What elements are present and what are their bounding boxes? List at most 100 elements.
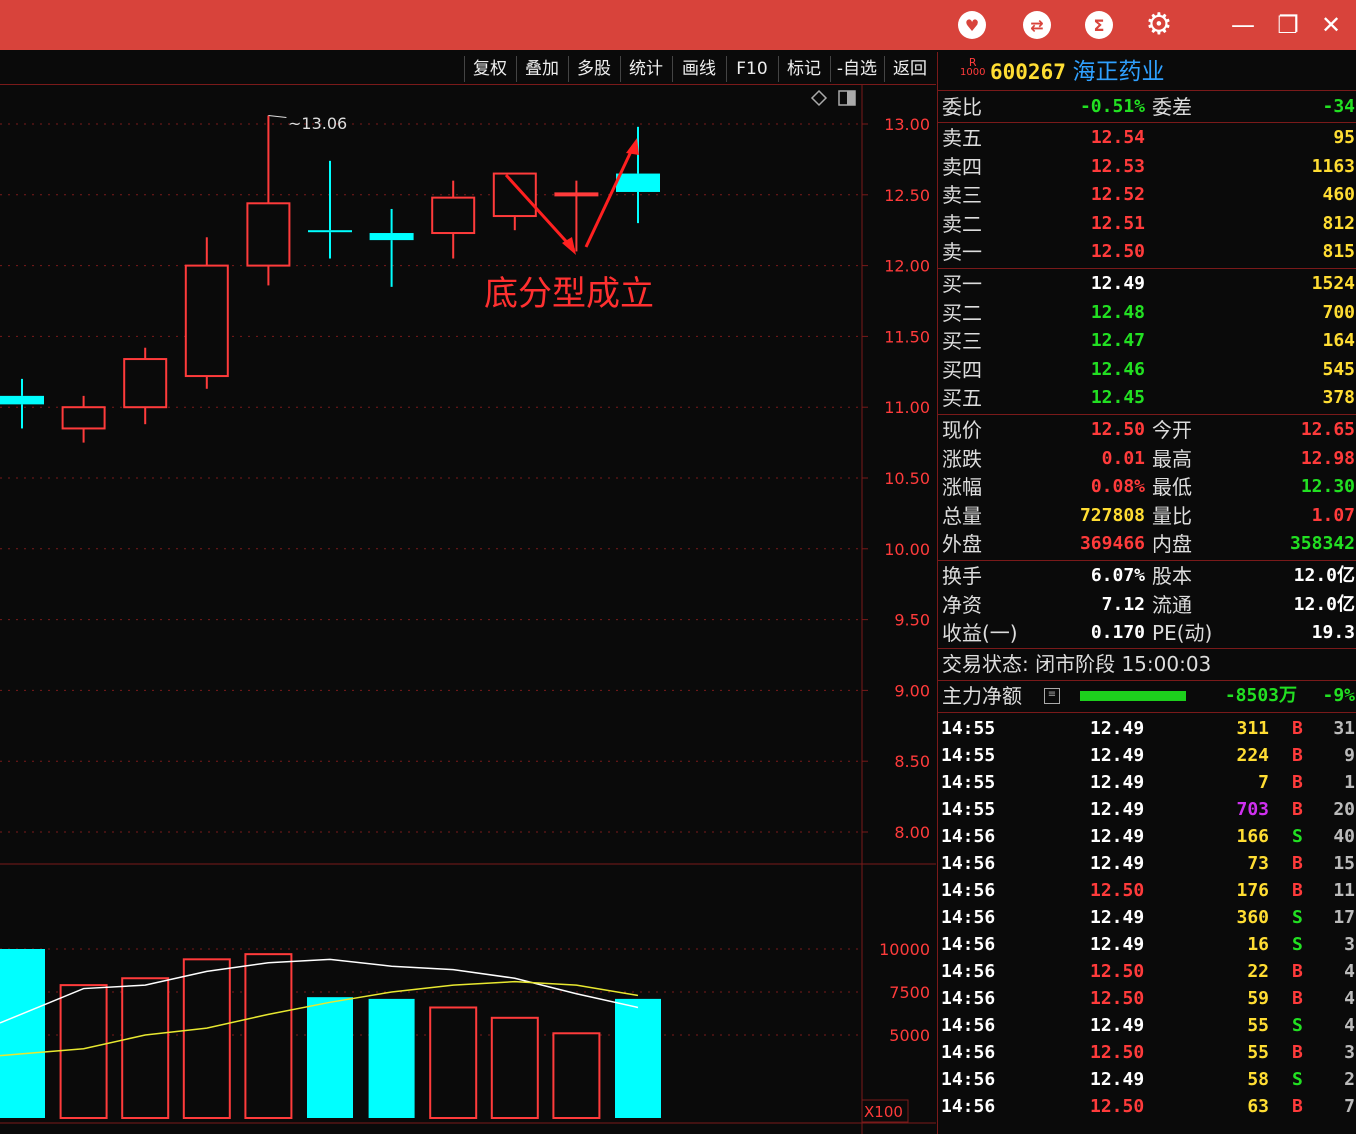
ask-price: 12.53	[1090, 155, 1145, 177]
tick-row: 14:55 12.49 7 B 1	[941, 772, 1355, 793]
toolbar-button-stats[interactable]: 统计	[620, 56, 671, 82]
volume-axis-label: 5000	[889, 1026, 930, 1045]
bid-price: 12.48	[1090, 301, 1145, 323]
stock-header: 600267 海正药业	[990, 56, 1165, 88]
chart-toolbar: 复权 叠加 多股 统计 画线 F10 标记 -自选 返回	[0, 52, 936, 85]
bid-label: 买三	[942, 329, 982, 354]
diamond-icon[interactable]	[810, 89, 828, 107]
toolbar-button-back[interactable]: 返回	[884, 56, 935, 82]
candle[interactable]	[616, 126, 660, 224]
tick-row: 14:56 12.50 59 B 4	[941, 988, 1355, 1009]
candle[interactable]	[431, 180, 476, 259]
kline-chart[interactable]: 13.00 12.50 12.00 11.50 11.00 10.50 10.00 9.50 9…	[0, 85, 936, 1134]
bid-row[interactable]: 买三 12.47 164	[938, 327, 1356, 355]
minimize-button[interactable]: —	[1227, 9, 1259, 41]
stat-row: 换手 6.07% 股本 12.0亿	[942, 564, 1355, 588]
tick-row: 14:56 12.49 166 S 40	[941, 826, 1355, 847]
title-bar: ♥ ⇄ Σ ⚙ — ❐ ✕	[0, 0, 1356, 50]
annotation-text: 底分型成立	[484, 274, 654, 314]
candle[interactable]	[369, 208, 414, 287]
candle[interactable]	[61, 395, 106, 443]
panel-toggle-icon[interactable]	[838, 90, 856, 106]
bid-label: 买四	[942, 357, 982, 382]
ask-row[interactable]: 卖三 12.52 460	[938, 181, 1356, 209]
shirt-icon[interactable]: ♥	[956, 9, 988, 41]
candle[interactable]	[0, 378, 44, 429]
volume-bar	[307, 997, 353, 1118]
toolbar-button-multi[interactable]: 多股	[568, 56, 619, 82]
ask-label: 卖五	[942, 126, 982, 150]
tick-row: 14:56 12.49 73 B 15	[941, 853, 1355, 874]
tick-row: 14:55 12.49 703 B 20	[941, 799, 1355, 820]
bid-volume: 378	[1322, 387, 1355, 409]
bid-price: 12.46	[1090, 358, 1145, 380]
ask-label: 卖一	[942, 240, 982, 265]
bid-price: 12.45	[1090, 387, 1145, 409]
volume-bar	[615, 998, 661, 1118]
bid-row[interactable]: 买二 12.48 700	[938, 299, 1356, 327]
stat-row: 总量 727808 量比 1.07	[942, 503, 1355, 528]
bid-price: 12.47	[1090, 330, 1145, 352]
volume-bar	[552, 1032, 601, 1120]
stat-row: 现价 12.50 今开 12.65	[942, 418, 1355, 442]
ask-price: 12.54	[1090, 127, 1145, 148]
toolbar-button-watchlist[interactable]: -自选	[830, 56, 883, 82]
ask-volume: 812	[1322, 212, 1355, 234]
price-axis-label: 10.50	[884, 469, 930, 488]
main-force-bar	[1080, 691, 1186, 701]
candle[interactable]	[184, 237, 229, 389]
volume-bar	[182, 958, 231, 1119]
volume-bar	[490, 1016, 539, 1119]
toolbar-button-mark[interactable]: 标记	[778, 56, 829, 82]
tick-row: 14:56 12.50 63 B 7	[941, 1096, 1355, 1117]
candle[interactable]	[246, 115, 291, 286]
ask-row[interactable]: 卖二 12.51 812	[938, 210, 1356, 238]
ask-row[interactable]: 卖五 12.54 95	[938, 124, 1356, 152]
weibi-row: 委比 -0.51% 委差 -34	[942, 95, 1355, 119]
ask-row[interactable]: 卖四 12.53 1163	[938, 153, 1356, 181]
bid-row[interactable]: 买四 12.46 545	[938, 356, 1356, 384]
ask-price: 12.52	[1090, 184, 1145, 206]
tick-row: 14:56 12.49 58 S 2	[941, 1069, 1355, 1090]
volume-axis-label: 10000	[879, 940, 930, 959]
toolbar-button-draw[interactable]: 画线	[672, 56, 725, 82]
price-axis-label: 9.00	[894, 681, 930, 700]
stock-name: 海正药业	[1072, 59, 1165, 85]
stat-row: 涨跌 0.01 最高 12.98	[942, 446, 1355, 471]
switch-icon[interactable]: ⇄	[1021, 9, 1053, 41]
sigma-icon[interactable]: Σ	[1083, 9, 1115, 41]
bid-row[interactable]: 买五 12.45 378	[938, 384, 1356, 412]
tick-row: 14:55 12.49 311 B 31	[941, 718, 1355, 739]
volume-bar	[0, 949, 45, 1118]
ask-price: 12.50	[1090, 241, 1145, 263]
restore-button[interactable]: ❐	[1272, 9, 1304, 41]
candle[interactable]	[123, 347, 168, 425]
toolbar-button-overlay[interactable]: 叠加	[516, 56, 567, 82]
high-marker-label: ~13.06	[288, 114, 347, 133]
volume-axis-label: 7500	[889, 983, 930, 1002]
list-icon[interactable]: ≡	[1044, 688, 1060, 704]
stat-row: 净资 7.12 流通 12.0亿	[942, 592, 1355, 617]
toolbar-button-f10[interactable]: F10	[726, 56, 777, 82]
quote-panel: R 1000 600267 海正药业 委比 -0.51% 委差 -34 卖五 12.…	[937, 52, 1356, 1134]
bid-label: 买二	[942, 300, 982, 325]
stat-row: 外盘 369466 内盘 358342	[942, 532, 1355, 557]
price-axis-label: 8.00	[894, 823, 930, 842]
bid-price: 12.49	[1090, 273, 1145, 294]
stat-row: 涨幅 0.08% 最低 12.30	[942, 475, 1355, 500]
ask-row[interactable]: 卖一 12.50 815	[938, 238, 1356, 266]
annotation-arrows	[504, 138, 639, 255]
close-button[interactable]: ✕	[1315, 9, 1347, 41]
main-force-row: 主力净额 ≡ -8503万 -9%	[942, 684, 1355, 708]
bid-volume: 545	[1322, 358, 1355, 380]
bid-label: 买五	[942, 386, 982, 411]
bid-row[interactable]: 买一 12.49 1524	[938, 270, 1356, 298]
price-axis-label: 10.00	[884, 540, 930, 559]
candle[interactable]	[308, 160, 352, 259]
candle[interactable]	[554, 180, 599, 252]
ask-label: 卖二	[942, 211, 982, 236]
price-axis-label: 12.00	[884, 257, 930, 276]
gear-icon[interactable]: ⚙	[1143, 9, 1175, 41]
toolbar-button-fuquan[interactable]: 复权	[464, 56, 515, 82]
volume-bar	[429, 1006, 478, 1119]
